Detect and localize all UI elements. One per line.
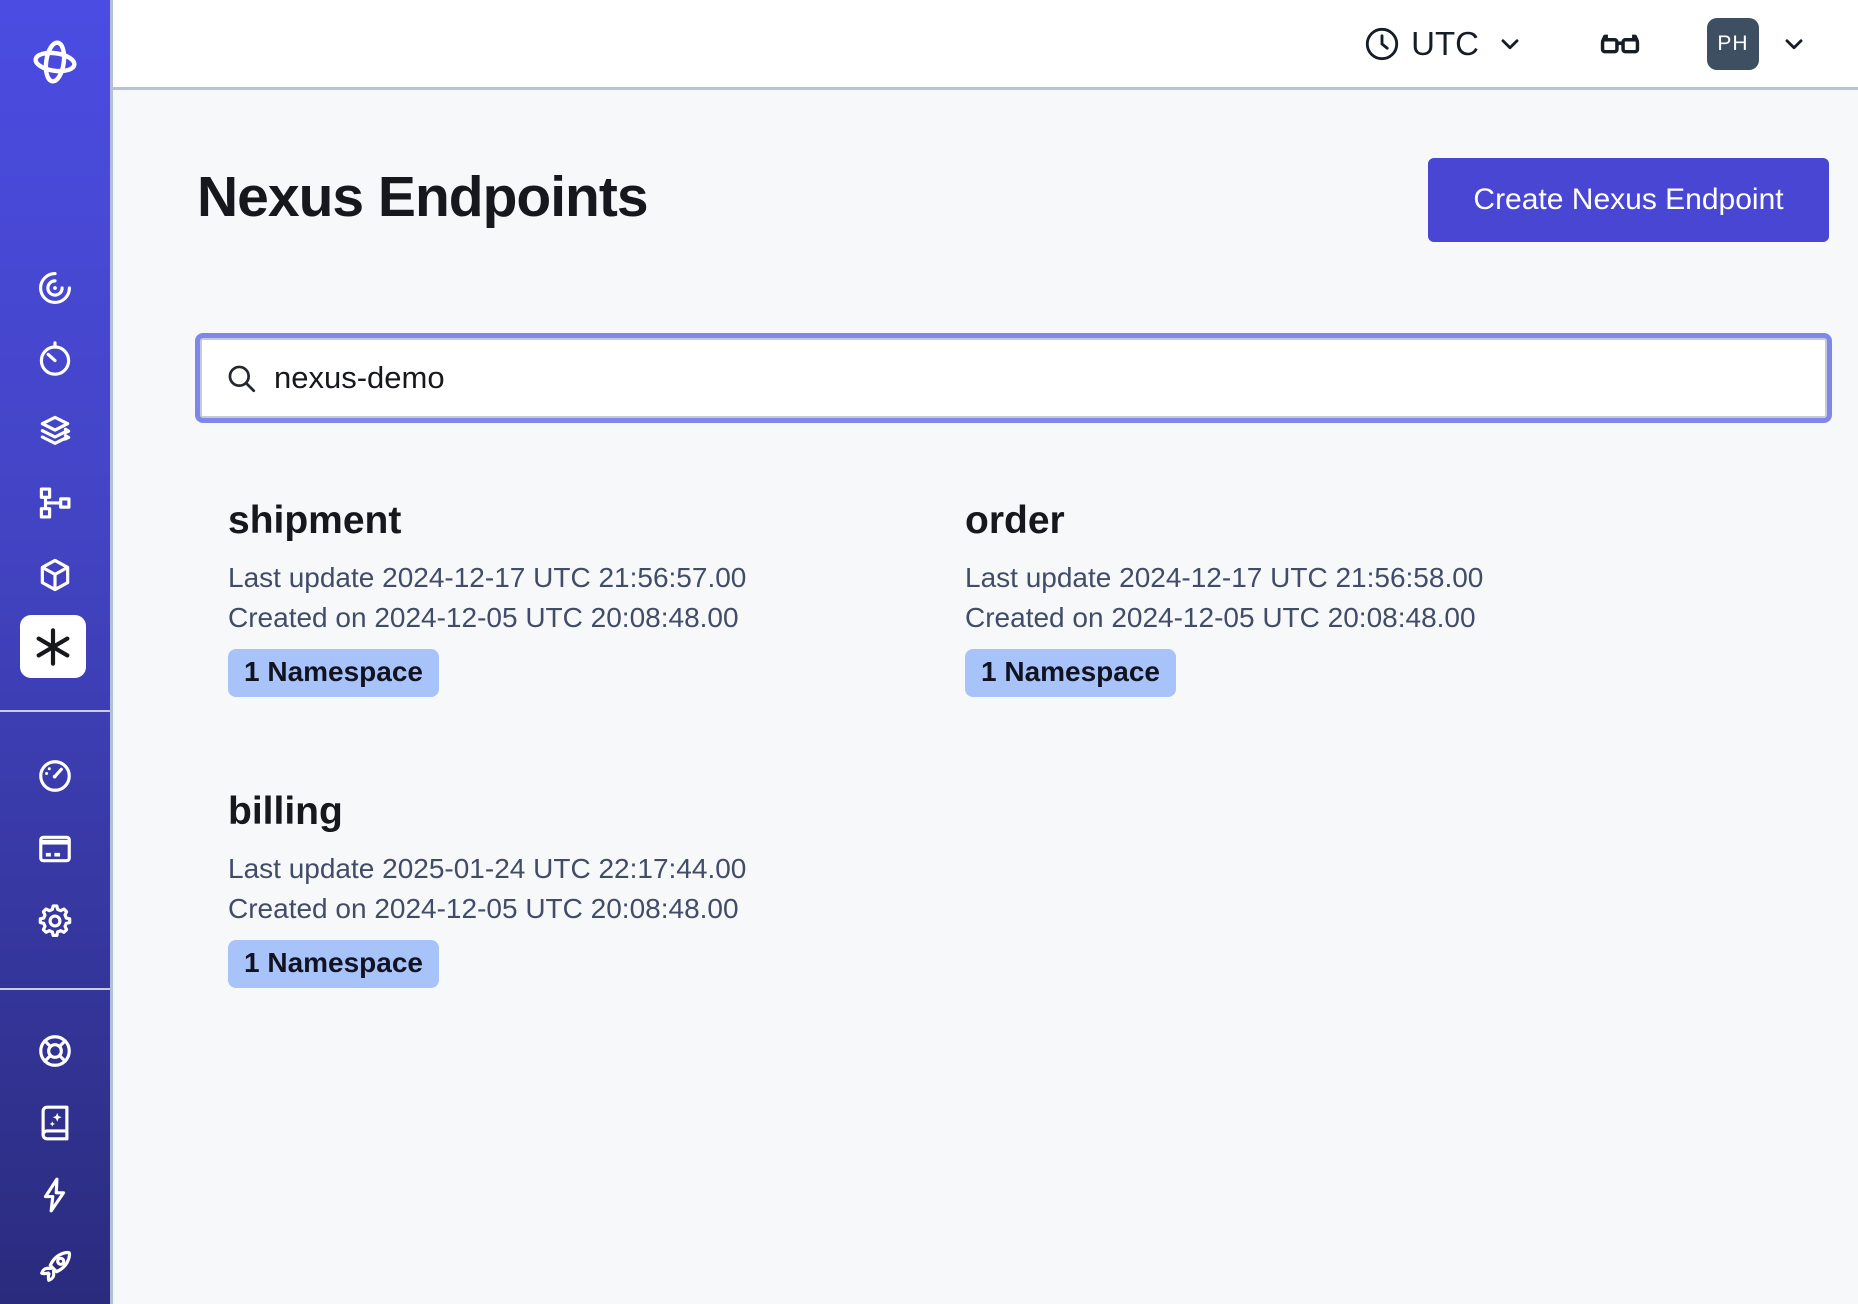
user-menu[interactable]: PH bbox=[1707, 18, 1807, 70]
search-input[interactable] bbox=[274, 359, 1803, 396]
sidebar-item-gauge[interactable] bbox=[0, 748, 110, 804]
billing-card-icon bbox=[36, 830, 74, 868]
sidebar-item-timer[interactable] bbox=[0, 331, 110, 387]
lifebuoy-icon bbox=[36, 1032, 74, 1070]
create-nexus-endpoint-button[interactable]: Create Nexus Endpoint bbox=[1428, 158, 1829, 242]
search-bar bbox=[195, 333, 1832, 423]
endpoint-last-update: Last update 2024-12-17 UTC 21:56:57.00 bbox=[228, 558, 932, 598]
topbar: UTC PH bbox=[113, 0, 1858, 90]
sidebar bbox=[0, 0, 113, 1304]
sidebar-divider bbox=[0, 988, 110, 990]
temporal-logo[interactable] bbox=[0, 36, 110, 88]
sidebar-divider bbox=[0, 710, 110, 712]
endpoint-name[interactable]: shipment bbox=[228, 498, 932, 544]
endpoint-name[interactable]: billing bbox=[228, 789, 932, 835]
clock-icon bbox=[1363, 25, 1401, 63]
endpoint-created-on: Created on 2024-12-05 UTC 20:08:48.00 bbox=[965, 598, 1669, 638]
glasses-icon bbox=[1597, 21, 1643, 67]
timer-icon bbox=[36, 340, 74, 378]
main-content: Nexus Endpoints Create Nexus Endpoint sh… bbox=[116, 90, 1858, 1304]
endpoint-name[interactable]: order bbox=[965, 498, 1669, 544]
gear-icon bbox=[36, 902, 74, 940]
endpoint-card[interactable]: order Last update 2024-12-17 UTC 21:56:5… bbox=[932, 498, 1669, 697]
page-title: Nexus Endpoints bbox=[197, 164, 648, 230]
chevron-down-icon bbox=[1497, 31, 1523, 57]
layers-icon bbox=[36, 412, 74, 450]
endpoint-last-update: Last update 2025-01-24 UTC 22:17:44.00 bbox=[228, 849, 932, 889]
sidebar-item-layers[interactable] bbox=[0, 403, 110, 459]
endpoint-created-on: Created on 2024-12-05 UTC 20:08:48.00 bbox=[228, 889, 932, 929]
asterisk-nexus-icon bbox=[32, 626, 74, 668]
endpoint-card[interactable]: billing Last update 2025-01-24 UTC 22:17… bbox=[195, 789, 932, 988]
timezone-label: UTC bbox=[1411, 27, 1479, 60]
sidebar-item-quickstart[interactable] bbox=[0, 1167, 110, 1223]
endpoints-grid: shipment Last update 2024-12-17 UTC 21:5… bbox=[195, 498, 1669, 988]
namespace-count-badge: 1 Namespace bbox=[228, 940, 439, 988]
sidebar-item-getting-started[interactable] bbox=[0, 1239, 110, 1295]
temporal-logo-icon bbox=[29, 36, 81, 88]
codec-glasses-button[interactable] bbox=[1597, 21, 1643, 67]
cube-icon bbox=[36, 556, 74, 594]
sidebar-item-cube[interactable] bbox=[0, 547, 110, 603]
sidebar-item-docs[interactable] bbox=[0, 1095, 110, 1151]
avatar: PH bbox=[1707, 18, 1759, 70]
sidebar-item-branch[interactable] bbox=[0, 475, 110, 531]
endpoint-card[interactable]: shipment Last update 2024-12-17 UTC 21:5… bbox=[195, 498, 932, 697]
search-icon bbox=[224, 361, 258, 395]
chevron-down-icon bbox=[1781, 31, 1807, 57]
lightning-icon bbox=[36, 1176, 74, 1214]
endpoint-last-update: Last update 2024-12-17 UTC 21:56:58.00 bbox=[965, 558, 1669, 598]
sidebar-item-billing[interactable] bbox=[0, 821, 110, 877]
endpoint-created-on: Created on 2024-12-05 UTC 20:08:48.00 bbox=[228, 598, 932, 638]
sidebar-item-settings[interactable] bbox=[0, 893, 110, 949]
spiral-icon bbox=[36, 269, 74, 307]
timezone-selector[interactable]: UTC bbox=[1363, 25, 1523, 63]
namespace-count-badge: 1 Namespace bbox=[965, 649, 1176, 697]
namespace-count-badge: 1 Namespace bbox=[228, 649, 439, 697]
gauge-icon bbox=[36, 757, 74, 795]
book-sparkles-icon bbox=[36, 1104, 74, 1142]
sidebar-item-nexus-selected[interactable] bbox=[20, 615, 86, 678]
branch-icon bbox=[36, 484, 74, 522]
rocket-icon bbox=[36, 1248, 74, 1286]
sidebar-item-spiral[interactable] bbox=[0, 260, 110, 316]
sidebar-item-support[interactable] bbox=[0, 1023, 110, 1079]
